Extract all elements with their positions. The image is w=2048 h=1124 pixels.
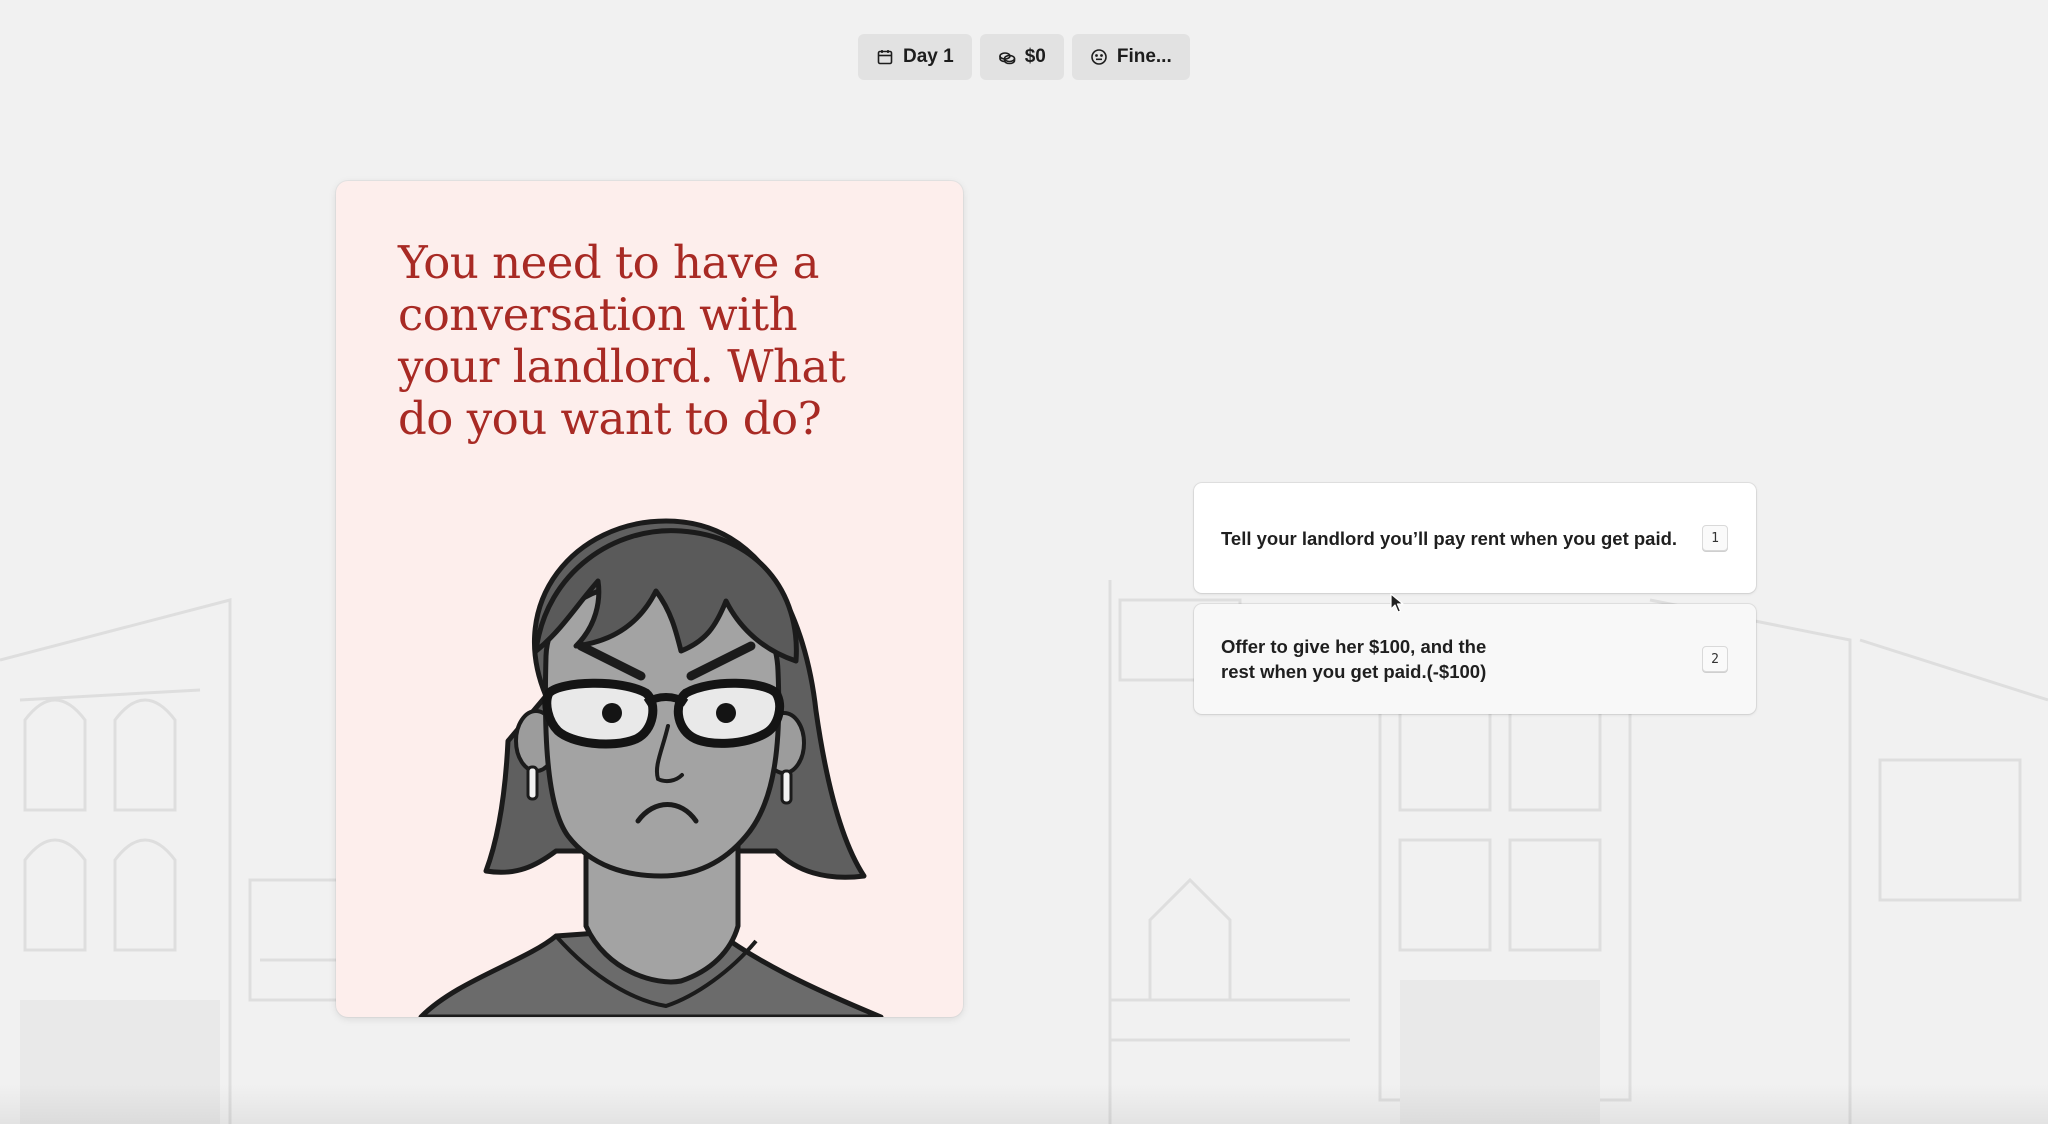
mood-pill[interactable]: Fine...: [1071, 34, 1190, 80]
status-bar: Day 1 $0 Fine...: [858, 34, 1190, 80]
choice-text: Offer to give her $100, and the rest whe…: [1221, 636, 1487, 682]
money-label: $0: [1024, 46, 1046, 67]
mood-label: Fine...: [1116, 46, 1172, 67]
day-pill[interactable]: Day 1: [858, 34, 972, 80]
choice-option-2[interactable]: Offer to give her $100, and the rest whe…: [1194, 604, 1756, 714]
bottom-shadow: [0, 1084, 2048, 1124]
day-label: Day 1: [903, 46, 954, 67]
calendar-icon: [877, 50, 893, 65]
shortcut-key-badge: 2: [1702, 646, 1728, 672]
smiley-icon: [1091, 49, 1107, 65]
choice-option-1[interactable]: Tell your landlord you’ll pay rent when …: [1194, 483, 1756, 593]
choice-list: Tell your landlord you’ll pay rent when …: [1194, 483, 1756, 725]
story-card: You need to have a conversation with you…: [336, 181, 963, 1017]
landlord-portrait: [418, 518, 884, 1017]
choice-text: Tell your landlord you’ll pay rent when …: [1221, 527, 1678, 549]
mouse-cursor-icon: [1390, 593, 1404, 613]
shortcut-key-badge: 1: [1702, 525, 1728, 551]
card-prompt: You need to have a conversation with you…: [398, 236, 846, 445]
game-screen: Day 1 $0 Fine... You need to have a conv…: [0, 0, 2048, 1124]
money-pill[interactable]: $0: [979, 34, 1064, 80]
coins-icon: [998, 52, 1016, 65]
